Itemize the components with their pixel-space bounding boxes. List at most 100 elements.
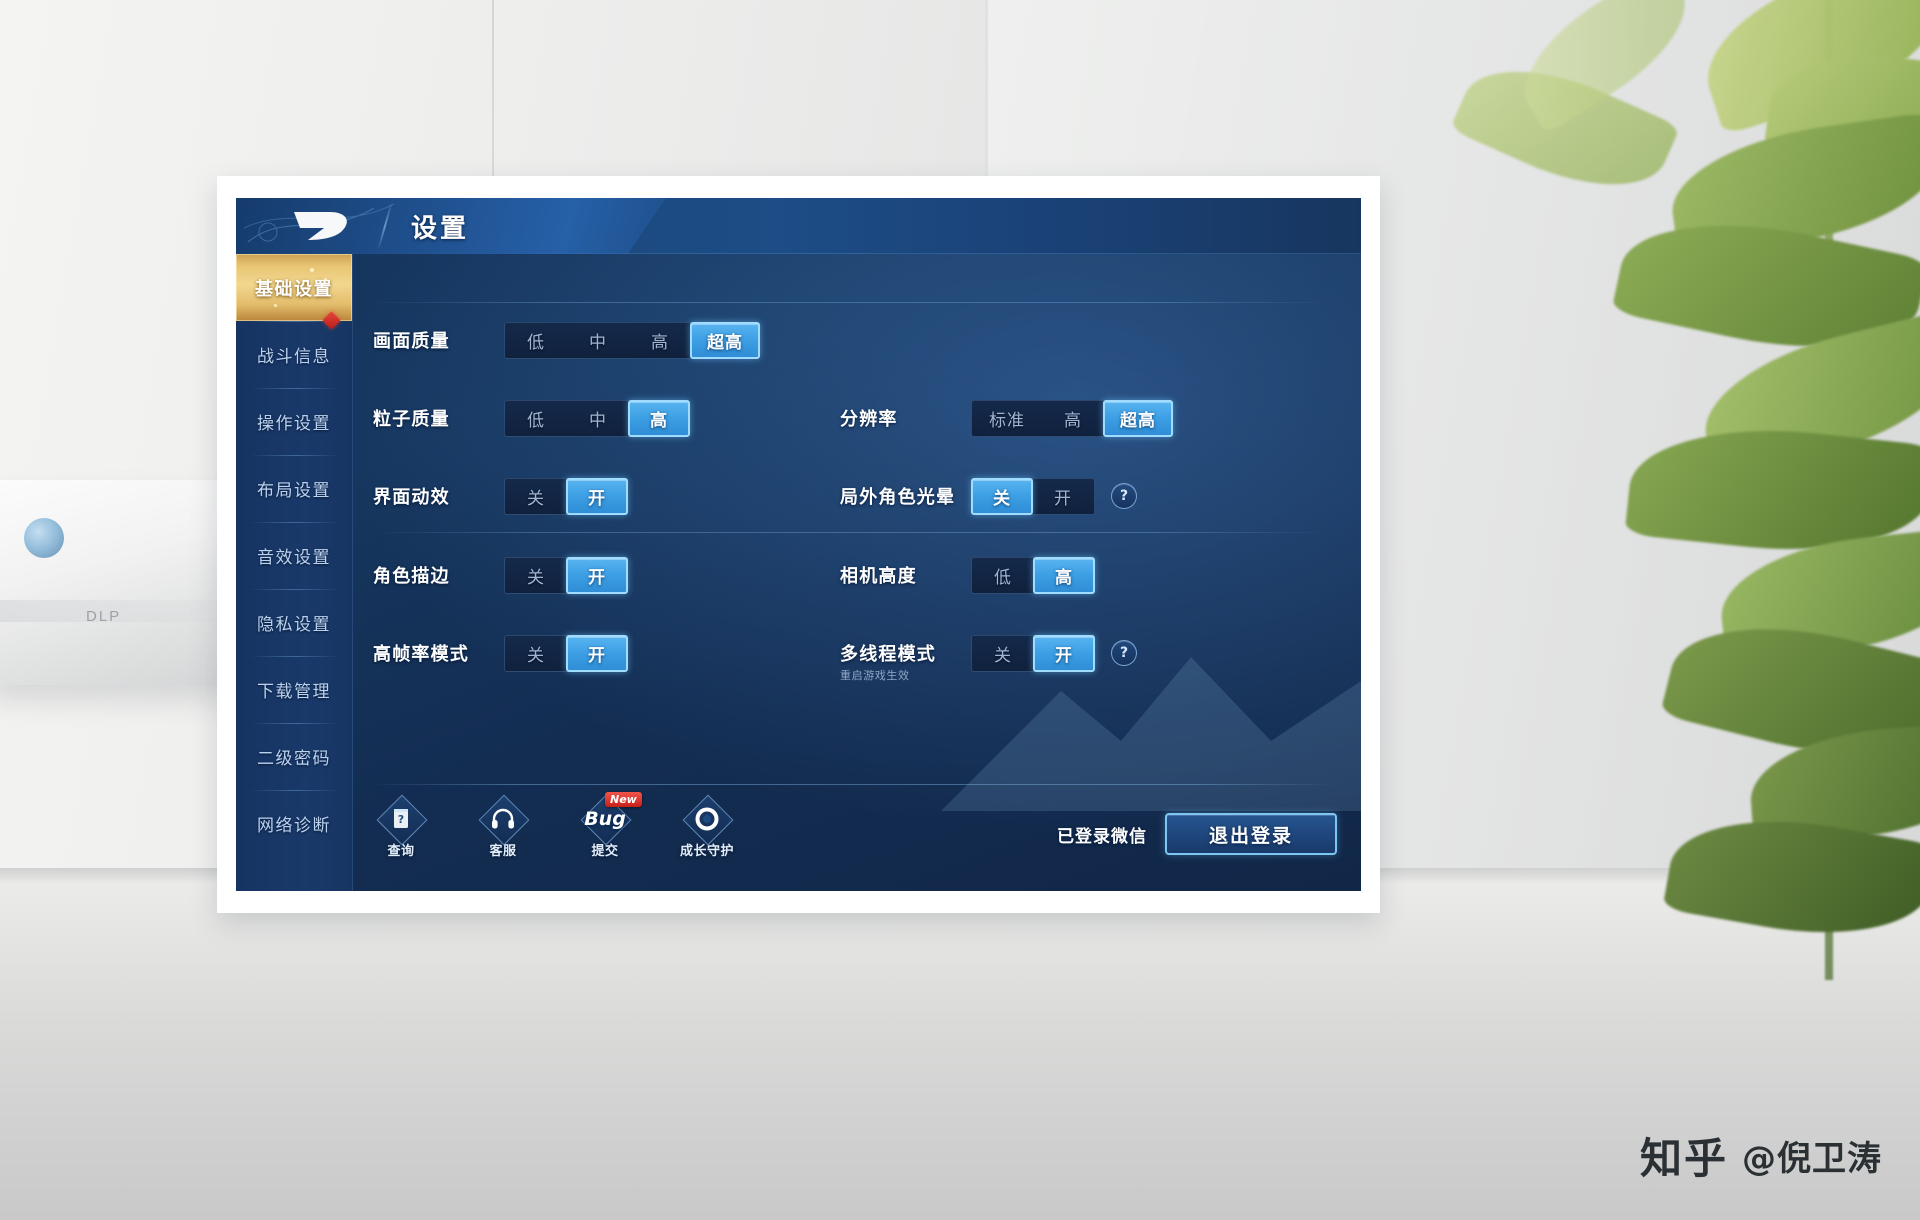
- login-status-text: 已登录微信: [1057, 826, 1147, 847]
- setting-row: 画面质量 低 中 高 超高: [353, 309, 1361, 371]
- segmented-control: 关 开: [971, 634, 1095, 672]
- segment-option-on-selected[interactable]: 开: [566, 556, 628, 594]
- setting-cell-high-frame-rate: 高帧率模式: [373, 640, 469, 666]
- setting-label: 高帧率模式: [373, 644, 469, 665]
- setting-label: 粒子质量: [373, 409, 450, 430]
- page-title: 设置: [411, 214, 470, 244]
- setting-cell-character-outline: 角色描边: [373, 562, 450, 588]
- segmented-control-particle-quality: 低 中 高: [504, 399, 690, 437]
- logout-button[interactable]: 退出登录: [1165, 813, 1337, 855]
- new-badge: New: [605, 792, 642, 807]
- segment-option-on-selected[interactable]: 开: [566, 634, 628, 672]
- segment-option-off-selected[interactable]: 关: [971, 477, 1033, 515]
- setting-label: 画面质量: [373, 331, 450, 352]
- segment-option-low[interactable]: 低: [505, 401, 567, 436]
- sidebar-item-battle-info[interactable]: 战斗信息: [236, 311, 352, 388]
- segment-option-off[interactable]: 关: [505, 636, 567, 671]
- setting-row: 界面动效 关 开 局外角色光晕 关 开 ?: [353, 465, 1361, 527]
- segmented-control: 关 开: [971, 477, 1095, 515]
- login-area: 已登录微信 退出登录: [1057, 813, 1337, 855]
- question-document-icon: ?: [394, 809, 408, 828]
- tool-bug-submit[interactable]: New Bug 提交: [571, 792, 642, 859]
- setting-label: 多线程模式: [840, 644, 936, 665]
- tool-query[interactable]: ? 查询: [367, 797, 435, 859]
- sparkle: [310, 268, 314, 272]
- sidebar-item-label: 音效设置: [257, 548, 331, 568]
- row-divider: [369, 532, 1329, 533]
- segmented-control-multithread-mode: 关 开: [971, 634, 1095, 672]
- sidebar-item-basic-settings[interactable]: 基础设置: [236, 254, 352, 321]
- setting-label: 角色描边: [373, 566, 450, 587]
- segment-option-on-selected[interactable]: 开: [1033, 634, 1095, 672]
- sidebar-item-label: 下载管理: [257, 682, 331, 702]
- segment-option-medium[interactable]: 中: [567, 401, 629, 436]
- diamond-frame: [481, 797, 525, 841]
- sidebar-item-download-manager[interactable]: 下载管理: [236, 656, 352, 723]
- segment-option-high[interactable]: 高: [1042, 401, 1104, 436]
- segment-option-low[interactable]: 低: [505, 323, 567, 358]
- sidebar-item-layout-settings[interactable]: 布局设置: [236, 455, 352, 522]
- help-button-multithread-mode[interactable]: ?: [1111, 640, 1137, 666]
- watermark: 知乎 @倪卫涛: [1640, 1125, 1882, 1186]
- diamond-frame: ?: [379, 797, 423, 841]
- segmented-control-ui-animation: 关 开: [504, 477, 628, 515]
- help-button-outside-character-glow[interactable]: ?: [1111, 483, 1137, 509]
- question-mark-icon[interactable]: ?: [1111, 640, 1137, 666]
- projector-lens-icon: [24, 518, 64, 558]
- segmented-control-outside-character-glow: 关 开: [971, 477, 1095, 515]
- segmented-control-picture-quality: 低 中 高 超高: [504, 321, 760, 359]
- segment-option-ultra-high-selected[interactable]: 超高: [1103, 399, 1173, 437]
- diamond-frame: [685, 797, 729, 841]
- segment-option-on[interactable]: 开: [1032, 479, 1094, 514]
- sparkle: [324, 278, 327, 281]
- segmented-control: 关 开: [504, 477, 628, 515]
- tool-growth-guardian[interactable]: 成长守护: [673, 797, 741, 859]
- segmented-control: 低 中 高: [504, 399, 690, 437]
- segmented-control-character-outline: 关 开: [504, 556, 628, 594]
- segment-option-off[interactable]: 关: [972, 636, 1034, 671]
- segment-option-standard[interactable]: 标准: [972, 401, 1042, 436]
- segment-option-medium[interactable]: 中: [567, 323, 629, 358]
- sidebar-item-control-settings[interactable]: 操作设置: [236, 388, 352, 455]
- zhihu-logo-text: 知乎: [1639, 1134, 1728, 1183]
- setting-cell-outside-character-glow: 局外角色光晕: [840, 483, 955, 509]
- setting-cell-particle-quality: 粒子质量: [373, 405, 450, 431]
- setting-label: 相机高度: [840, 566, 917, 587]
- game-logo-icon: [294, 212, 347, 240]
- segment-option-ultra-high-selected[interactable]: 超高: [690, 321, 760, 359]
- segmented-control-resolution: 标准 高 超高: [971, 399, 1173, 437]
- segmented-control-camera-height: 低 高: [971, 556, 1095, 594]
- segment-option-on-selected[interactable]: 开: [566, 477, 628, 515]
- sidebar-item-label: 战斗信息: [257, 347, 331, 367]
- segment-option-high-selected[interactable]: 高: [1033, 556, 1095, 594]
- sidebar-item-label: 二级密码: [257, 749, 331, 769]
- question-mark-icon[interactable]: ?: [1111, 483, 1137, 509]
- segment-option-off[interactable]: 关: [505, 558, 567, 593]
- sidebar-item-label: 网络诊断: [257, 816, 331, 836]
- headset-icon: [492, 808, 514, 829]
- game-settings-screen: 设置 基础设置 战斗信息 操作设置 布局设置 音效设置 隐私设置 下载管理 二级…: [236, 198, 1361, 891]
- screenshot-white-frame: 设置 基础设置 战斗信息 操作设置 布局设置 音效设置 隐私设置 下载管理 二级…: [217, 176, 1380, 913]
- sidebar-item-privacy-settings[interactable]: 隐私设置: [236, 589, 352, 656]
- setting-cell-resolution: 分辨率: [840, 405, 898, 431]
- setting-cell-multithread-mode: 多线程模式 重启游戏生效: [840, 640, 936, 682]
- segment-option-high[interactable]: 高: [629, 323, 691, 358]
- sidebar-item-network-diagnostics[interactable]: 网络诊断: [236, 790, 352, 857]
- setting-label: 界面动效: [373, 487, 450, 508]
- plant: [1370, 0, 1920, 1020]
- setting-row: 粒子质量 低 中 高 分辨率 标准 高 超高: [353, 387, 1361, 449]
- sidebar-item-secondary-password[interactable]: 二级密码: [236, 723, 352, 790]
- row-divider: [369, 302, 1329, 303]
- setting-label: 局外角色光晕: [840, 487, 956, 508]
- segmented-control: 关 开: [504, 634, 628, 672]
- segment-option-low[interactable]: 低: [972, 558, 1034, 593]
- setting-sublabel: 重启游戏生效: [840, 669, 910, 682]
- bug-icon: Bug: [584, 808, 626, 830]
- segmented-control: 关 开: [504, 556, 628, 594]
- sidebar-item-audio-settings[interactable]: 音效设置: [236, 522, 352, 589]
- tool-customer-service[interactable]: 客服: [469, 797, 537, 859]
- segment-option-off[interactable]: 关: [505, 479, 567, 514]
- bottom-toolbar: ? 查询 客服 New Bug 提交 成长守护 已登录微信 退出登录: [353, 785, 1361, 891]
- sparkle: [274, 304, 277, 307]
- segment-option-high-selected[interactable]: 高: [628, 399, 690, 437]
